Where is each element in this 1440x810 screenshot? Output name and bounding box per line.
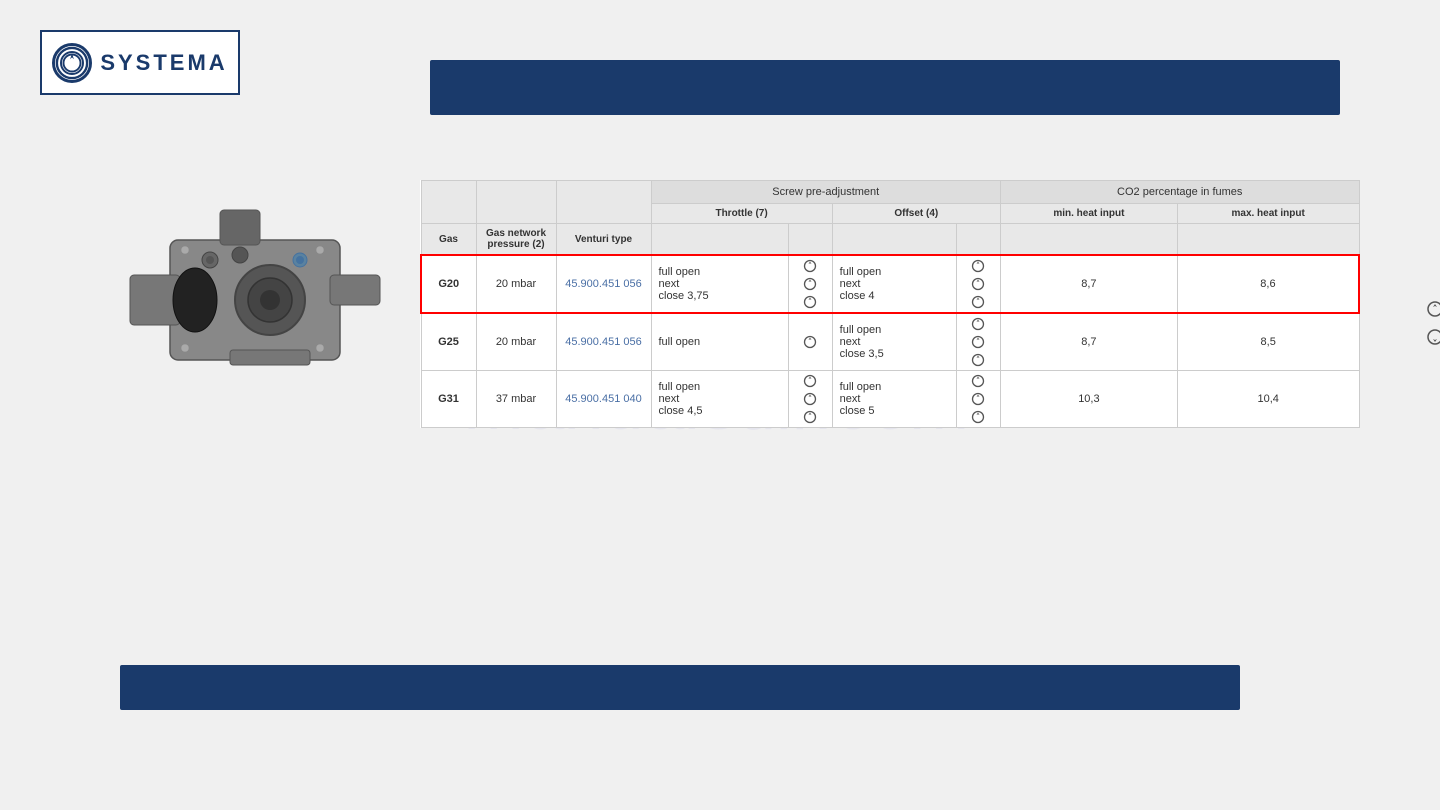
max-heat-cell: 10,4 [1177, 371, 1359, 428]
min-heat-cell: 8,7 [1000, 313, 1177, 371]
logo-icon [52, 43, 92, 83]
empty-header [1000, 224, 1177, 256]
min-heat-cell: 8,7 [1000, 255, 1177, 313]
pressure-cell: 37 mbar [476, 371, 556, 428]
offset-icon-cell [956, 313, 1000, 371]
sub-header: max. heat input [1177, 204, 1359, 224]
logo-area: SYSTEMA [40, 30, 240, 95]
max-heat-cell: 8,6 [1177, 255, 1359, 313]
offset-icon-cell [956, 371, 1000, 428]
table-row: G2520 mbar45.900.451 056full open full op… [421, 313, 1359, 371]
col-header: Venturi type [556, 224, 651, 256]
turn-right-legend: - turn right [1426, 328, 1440, 346]
offset-icon-cell [956, 255, 1000, 313]
throttle-icon-cell [788, 255, 832, 313]
throttle-text-cell: full opennextclose 3,75 [651, 255, 788, 313]
empty-header [651, 224, 788, 256]
bottom-blue-bar [120, 665, 1240, 710]
turn-left-legend: - turn left [1426, 300, 1440, 318]
pressure-cell: 20 mbar [476, 313, 556, 371]
group-header: CO2 percentage in fumes [1000, 181, 1359, 204]
brand-name: SYSTEMA [100, 50, 227, 76]
group-header: Screw pre-adjustment [651, 181, 1000, 204]
regulation-table: Screw pre-adjustmentCO2 percentage in fu… [420, 180, 1360, 428]
valve-diagram [120, 180, 390, 420]
rotation-legend: - turn left - turn right [1426, 300, 1440, 346]
col-header: Gas network pressure (2) [476, 224, 556, 256]
venturi-cell: 45.900.451 056 [556, 255, 651, 313]
offset-text-cell: full opennextclose 5 [832, 371, 956, 428]
offset-text-cell: full opennextclose 4 [832, 255, 956, 313]
top-blue-bar [430, 60, 1340, 115]
venturi-cell: 45.900.451 056 [556, 313, 651, 371]
venturi-cell: 45.900.451 040 [556, 371, 651, 428]
main-content: Screw pre-adjustmentCO2 percentage in fu… [120, 180, 1360, 428]
sub-header: Throttle (7) [651, 204, 832, 224]
col-header: Gas [421, 224, 476, 256]
table-row: G3137 mbar45.900.451 040full opennextclo… [421, 371, 1359, 428]
min-heat-cell: 10,3 [1000, 371, 1177, 428]
gas-cell: G20 [421, 255, 476, 313]
empty-header [788, 224, 832, 256]
gas-cell: G31 [421, 371, 476, 428]
sub-header: Offset (4) [832, 204, 1000, 224]
sub-header: min. heat input [1000, 204, 1177, 224]
throttle-icon-cell [788, 371, 832, 428]
throttle-icon-cell [788, 313, 832, 371]
empty-header [956, 224, 1000, 256]
empty-header [832, 224, 956, 256]
group-header [421, 181, 476, 224]
throttle-text-cell: full open [651, 313, 788, 371]
group-header [476, 181, 556, 224]
data-table-container: Screw pre-adjustmentCO2 percentage in fu… [420, 180, 1360, 428]
gas-cell: G25 [421, 313, 476, 371]
group-header [556, 181, 651, 224]
max-heat-cell: 8,5 [1177, 313, 1359, 371]
offset-text-cell: full opennextclose 3,5 [832, 313, 956, 371]
throttle-text-cell: full opennextclose 4,5 [651, 371, 788, 428]
table-row: G2020 mbar45.900.451 056full opennextclo… [421, 255, 1359, 313]
pressure-cell: 20 mbar [476, 255, 556, 313]
empty-header [1177, 224, 1359, 256]
